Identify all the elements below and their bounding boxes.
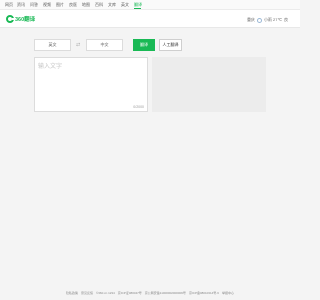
logo-text: 360翻译 bbox=[15, 17, 36, 23]
nav-item-image[interactable]: 图片 bbox=[56, 2, 64, 7]
human-translate-button[interactable]: 人工翻译 bbox=[159, 39, 182, 51]
footer-police-record[interactable]: 京公网安备11000002000006号 bbox=[145, 291, 186, 295]
nav-active-indicator bbox=[134, 8, 141, 9]
input-panel: 0/2000 bbox=[34, 57, 148, 112]
weather-temp: 小雨 27℃ bbox=[263, 17, 282, 22]
nav-item-news[interactable]: 资讯 bbox=[17, 2, 25, 7]
nav-item-english[interactable]: 英文 bbox=[121, 2, 129, 7]
footer: 隐私政策 意见反馈 ©360.cn 1234 京ICP证080047号 京公网安… bbox=[0, 285, 300, 300]
weather-cloud-icon bbox=[256, 17, 262, 23]
footer-report-link[interactable]: 举报中心 bbox=[222, 291, 234, 295]
output-panel bbox=[152, 57, 266, 112]
top-nav: 网页 资讯 问答 视频 图片 良医 地图 百科 文库 英文 翻译 bbox=[0, 0, 300, 10]
translate-button[interactable]: 翻译 bbox=[133, 39, 155, 51]
weather-aqi: 良 bbox=[284, 17, 288, 22]
swap-icon[interactable]: ⇄ bbox=[76, 42, 80, 48]
nav-item-baike[interactable]: 百科 bbox=[95, 2, 103, 7]
weather-city: 重庆 bbox=[246, 17, 255, 22]
header: 360翻译 重庆 小雨 27℃ 良 bbox=[0, 10, 300, 28]
weather-widget[interactable]: 重庆 小雨 27℃ 良 bbox=[247, 17, 288, 23]
footer-icp-record[interactable]: 京ICP备08010314号-6 bbox=[189, 291, 219, 295]
logo[interactable]: 360翻译 bbox=[6, 14, 35, 24]
nav-item-doctor[interactable]: 良医 bbox=[69, 2, 77, 7]
target-lang-select[interactable]: 中文 bbox=[86, 39, 123, 51]
source-lang-select[interactable]: 英文 bbox=[34, 39, 71, 51]
nav-item-web[interactable]: 网页 bbox=[5, 2, 13, 7]
footer-icp-cert[interactable]: 京ICP证080047号 bbox=[118, 291, 142, 295]
nav-item-map[interactable]: 地图 bbox=[82, 2, 90, 7]
footer-privacy-link[interactable]: 隐私政策 bbox=[66, 291, 78, 295]
char-count: 0/2000 bbox=[133, 105, 144, 109]
footer-copyright: ©360.cn 1234 bbox=[96, 290, 115, 295]
logo-icon bbox=[6, 15, 14, 23]
nav-item-video[interactable]: 视频 bbox=[43, 2, 51, 7]
source-text-input[interactable] bbox=[38, 61, 146, 101]
nav-item-translate[interactable]: 翻译 bbox=[134, 2, 142, 7]
nav-item-qa[interactable]: 问答 bbox=[30, 2, 38, 7]
nav-item-wenku[interactable]: 文库 bbox=[108, 2, 116, 7]
footer-feedback-link[interactable]: 意见反馈 bbox=[81, 291, 93, 295]
